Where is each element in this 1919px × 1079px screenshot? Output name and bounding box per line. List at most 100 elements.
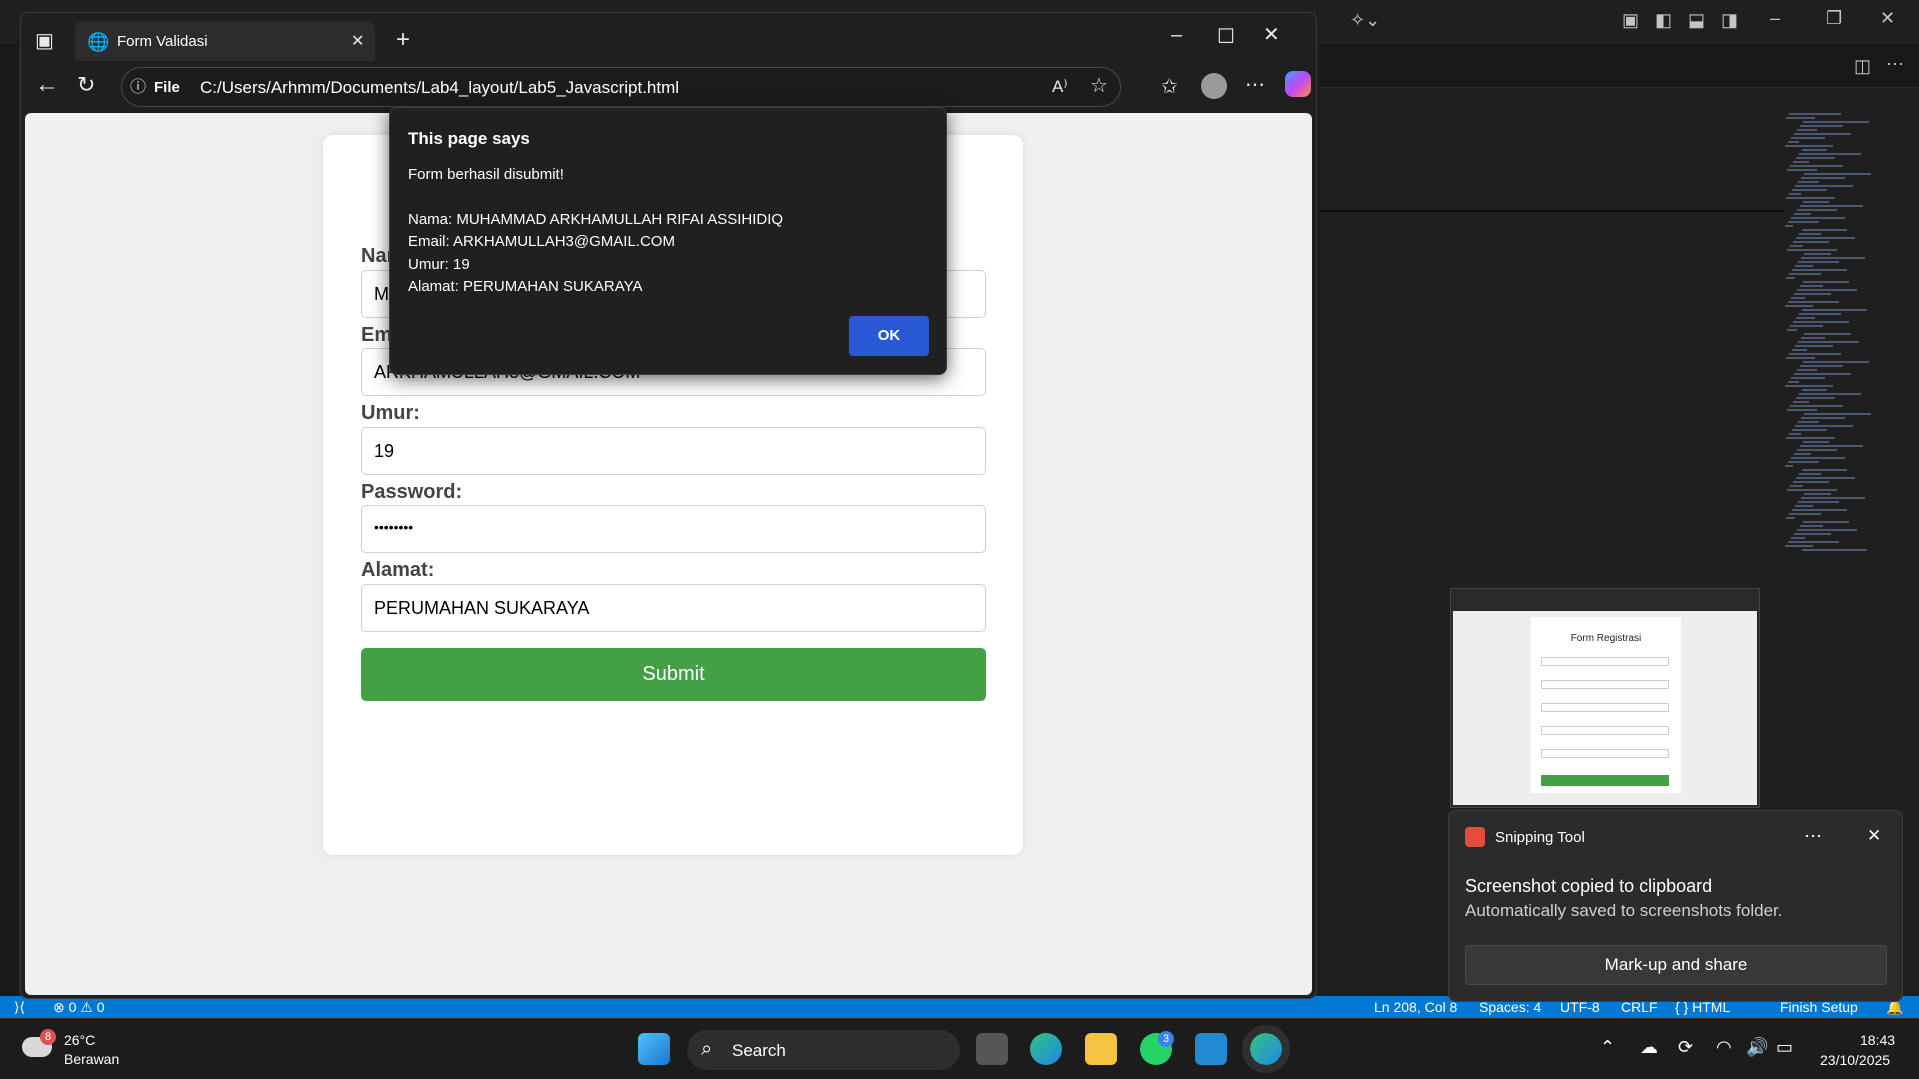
problems-indicator[interactable]: ⊗ 0 ⚠ 0: [53, 999, 105, 1016]
file-explorer-icon[interactable]: [1085, 1033, 1117, 1065]
windows-start-icon[interactable]: [638, 1033, 670, 1065]
tab-title: Form Validasi: [117, 33, 208, 50]
onedrive-icon[interactable]: ☁: [1640, 1037, 1658, 1058]
screenshot-preview[interactable]: Form Registrasi: [1450, 588, 1760, 808]
profile-avatar[interactable]: [1201, 73, 1227, 99]
minimap-line: [1786, 357, 1815, 359]
input-password[interactable]: ••••••••: [361, 505, 986, 553]
sync-icon[interactable]: ⟳: [1678, 1037, 1693, 1058]
ok-button[interactable]: OK: [849, 316, 929, 356]
minimap-line: [1795, 345, 1833, 347]
minimap-line: [1799, 313, 1841, 315]
window-close-icon[interactable]: ✕: [1263, 25, 1280, 45]
layout-icon[interactable]: ▣: [1622, 10, 1639, 31]
tab-actions-icon[interactable]: ▣: [35, 31, 54, 51]
dialog-line-nama: Nama: MUHAMMAD ARKHAMULLAH RIFAI ASSIHID…: [408, 211, 784, 228]
minimap-line: [1786, 117, 1815, 119]
clock-date[interactable]: 23/10/2025: [1820, 1052, 1890, 1068]
edge-active-icon[interactable]: [1242, 1025, 1290, 1073]
minimap[interactable]: [1785, 113, 1905, 563]
copilot-icon[interactable]: ✧⌄: [1350, 10, 1380, 31]
dialog-line-email: Email: ARKHAMULLAH3@GMAIL.COM: [408, 233, 675, 250]
toast-close-icon[interactable]: ✕: [1867, 826, 1881, 846]
toggle-sidebar-icon[interactable]: ◧: [1655, 10, 1672, 31]
minimap-line: [1797, 529, 1857, 531]
minimap-line: [1785, 385, 1833, 387]
dialog-line-umur: Umur: 19: [408, 256, 470, 273]
task-view-icon[interactable]: [976, 1033, 1008, 1065]
remote-icon[interactable]: ⟩⟨: [14, 999, 25, 1016]
window-maximize-icon[interactable]: ☐: [1217, 27, 1235, 47]
minimap-line: [1802, 149, 1827, 151]
submit-button[interactable]: Submit: [361, 648, 986, 701]
cursor-position[interactable]: Ln 208, Col 8: [1374, 999, 1457, 1015]
minimap-line: [1804, 333, 1851, 335]
refresh-icon[interactable]: ↻: [77, 74, 95, 96]
volume-icon[interactable]: 🔊: [1746, 1037, 1768, 1058]
markup-share-button[interactable]: Mark-up and share: [1465, 945, 1887, 985]
minimize-icon[interactable]: –: [1770, 8, 1780, 29]
input-umur[interactable]: 19: [361, 427, 986, 475]
minimap-line: [1790, 485, 1803, 487]
wifi-icon[interactable]: ◠: [1716, 1037, 1732, 1058]
minimap-line: [1794, 133, 1851, 135]
more-menu-icon[interactable]: ⋯: [1245, 75, 1265, 95]
clock-time[interactable]: 18:43: [1860, 1032, 1895, 1048]
back-icon[interactable]: ←: [35, 73, 59, 97]
more-actions-icon[interactable]: ⋯: [1886, 54, 1904, 75]
edge-icon[interactable]: [1030, 1033, 1062, 1065]
minimap-line: [1804, 413, 1871, 415]
vscode-tab-bar: ◫ ⋯: [1320, 44, 1919, 88]
weather-badge: 8: [40, 1029, 56, 1045]
minimap-line: [1786, 437, 1835, 439]
search-label: Search: [732, 1041, 786, 1060]
favorite-star-icon[interactable]: ☆: [1090, 76, 1108, 96]
restore-icon[interactable]: ❐: [1826, 8, 1842, 29]
toast-heading: Screenshot copied to clipboard: [1465, 876, 1713, 896]
minimap-line: [1788, 141, 1799, 143]
weather-widget[interactable]: 8 26°C Berawan: [20, 1029, 130, 1071]
minimap-line: [1801, 417, 1845, 419]
minimap-line: [1801, 497, 1865, 499]
minimap-line: [1797, 369, 1817, 371]
globe-icon: 🌐: [87, 32, 110, 52]
taskbar-search[interactable]: ⌕ Search: [687, 1030, 960, 1070]
tab-close-icon[interactable]: ✕: [351, 32, 364, 52]
close-icon[interactable]: ✕: [1880, 8, 1895, 29]
info-icon[interactable]: ⓘ: [130, 78, 146, 98]
favorites-icon[interactable]: ✩: [1161, 77, 1178, 97]
minimap-line: [1793, 241, 1829, 243]
vscode-icon[interactable]: [1195, 1033, 1227, 1065]
minimap-line: [1791, 297, 1805, 299]
window-minimize-icon[interactable]: –: [1171, 25, 1182, 45]
minimap-line: [1793, 161, 1809, 163]
minimap-line: [1800, 125, 1843, 127]
new-tab-icon[interactable]: +: [396, 28, 410, 52]
battery-icon[interactable]: ▭: [1776, 1037, 1793, 1058]
minimap-line: [1803, 361, 1869, 363]
tray-chevron-icon[interactable]: ⌃: [1600, 1037, 1615, 1058]
minimap-line: [1794, 533, 1831, 535]
alert-dialog: This page says Form berhasil disubmit! N…: [389, 107, 947, 375]
minimap-line: [1796, 157, 1835, 159]
minimap-line: [1790, 165, 1843, 167]
snipping-tool-icon: [1465, 827, 1485, 847]
minimap-line: [1791, 137, 1825, 139]
address-url[interactable]: C:/Users/Arhmm/Documents/Lab4_layout/Lab…: [200, 78, 679, 98]
minimap-line: [1798, 261, 1839, 263]
split-editor-icon[interactable]: ◫: [1854, 56, 1871, 77]
dialog-title: This page says: [408, 129, 530, 148]
tab-form-validasi[interactable]: 🌐 Form Validasi ✕: [75, 21, 375, 61]
toggle-secondary-sidebar-icon[interactable]: ◨: [1721, 10, 1738, 31]
toggle-panel-icon[interactable]: ⬓: [1688, 10, 1705, 31]
toast-more-icon[interactable]: ⋯: [1804, 826, 1822, 847]
vscode-activity-bar: [0, 44, 18, 996]
minimap-line: [1793, 321, 1849, 323]
input-alamat[interactable]: PERUMAHAN SUKARAYA: [361, 584, 986, 632]
copilot-icon[interactable]: [1285, 71, 1311, 97]
read-aloud-icon[interactable]: A⁾: [1052, 77, 1068, 97]
minimap-line: [1801, 257, 1865, 259]
minimap-line: [1786, 517, 1795, 519]
minimap-line: [1796, 477, 1855, 479]
address-bar[interactable]: ⓘ File C:/Users/Arhmm/Documents/Lab4_lay…: [121, 67, 1121, 107]
